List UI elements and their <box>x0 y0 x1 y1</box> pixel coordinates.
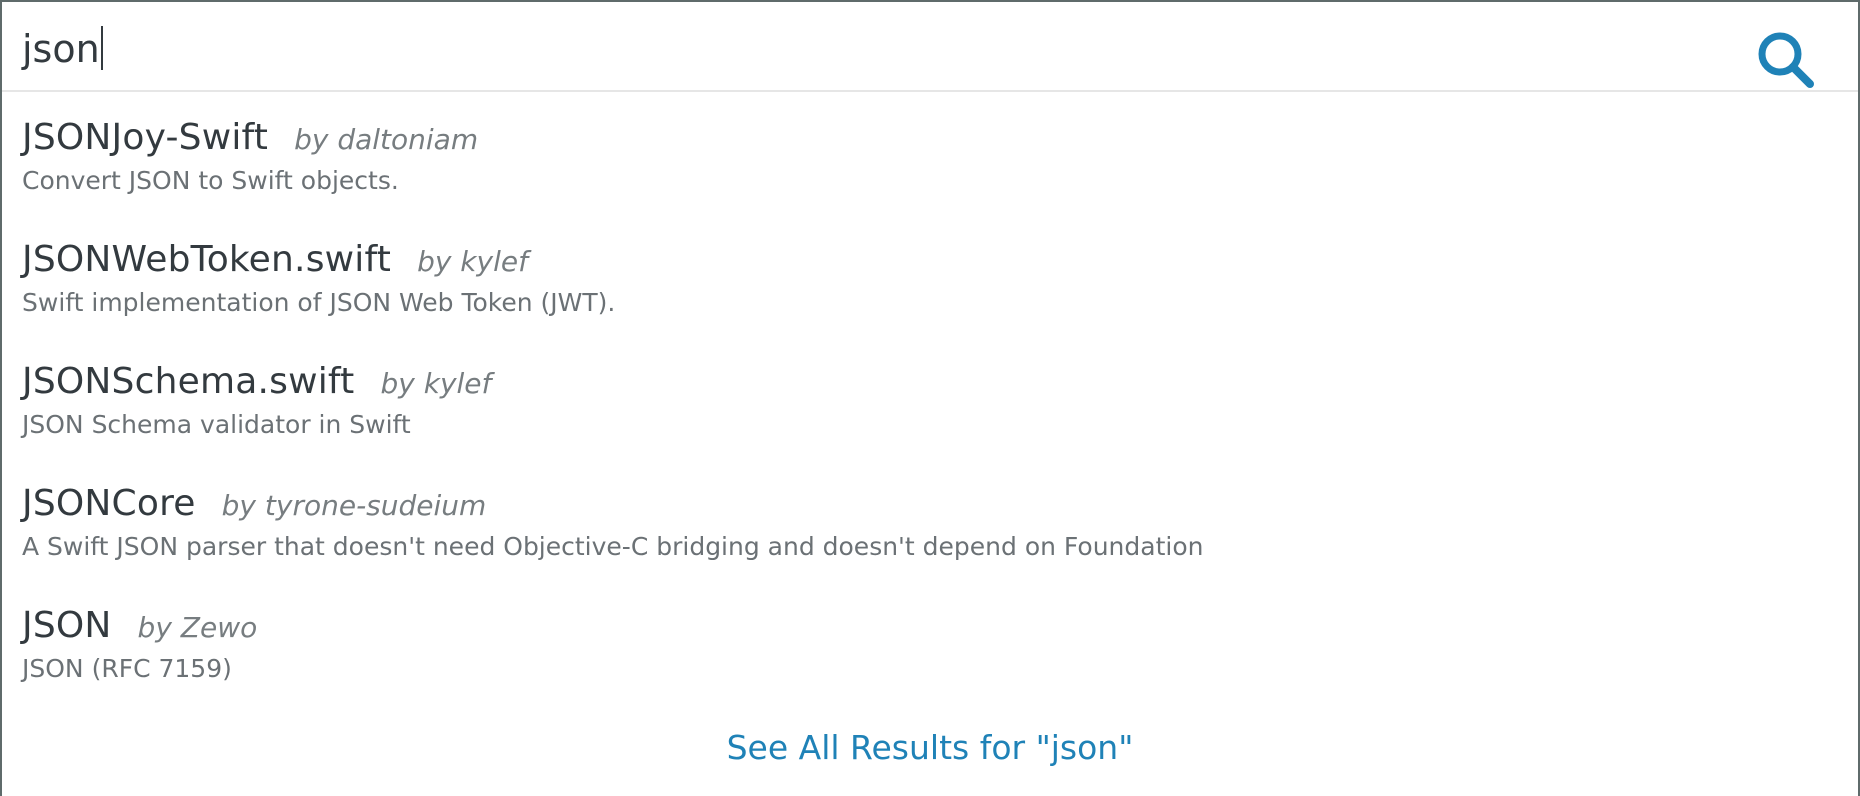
result-name: JSONJoy-Swift <box>22 117 269 158</box>
text-caret <box>100 26 103 70</box>
result-item[interactable]: JSONCore by tyrone-sudeium A Swift JSON p… <box>22 476 1203 564</box>
result-description: JSON Schema validator in Swift <box>22 410 411 439</box>
result-author: by kylef <box>380 367 492 400</box>
result-description: Convert JSON to Swift objects. <box>22 166 399 195</box>
result-description: A Swift JSON parser that doesn't need Ob… <box>22 532 1204 561</box>
search-dropdown: json JSONJoy-Swift by daltoniam Convert J… <box>0 0 1860 796</box>
search-bar: json <box>2 2 1858 92</box>
result-name: JSONCore <box>22 483 196 524</box>
see-all-results-link[interactable]: See All Results for "json" <box>2 724 1858 772</box>
result-author: by tyrone-sudeium <box>221 489 487 522</box>
result-name: JSON <box>22 605 112 646</box>
result-name: JSONSchema.swift <box>22 361 355 402</box>
result-name: JSONWebToken.swift <box>22 239 392 280</box>
result-author: by Zewo <box>137 611 258 644</box>
search-icon <box>1758 32 1814 88</box>
result-description: Swift implementation of JSON Web Token (… <box>22 288 616 317</box>
result-author: by daltoniam <box>294 123 479 156</box>
result-item[interactable]: JSON by Zewo JSON (RFC 7159) <box>22 598 257 686</box>
result-item[interactable]: JSONSchema.swift by kylef JSON Schema val… <box>22 354 491 442</box>
result-author: by kylef <box>417 245 528 278</box>
result-item[interactable]: JSONJoy-Swift by daltoniam Convert JSON t… <box>22 110 478 198</box>
result-item[interactable]: JSONWebToken.swift by kylef Swift impleme… <box>22 232 615 320</box>
result-description: JSON (RFC 7159) <box>22 654 232 683</box>
search-button[interactable] <box>1756 30 1816 90</box>
search-query: json <box>22 27 100 71</box>
search-input[interactable]: json <box>22 26 103 72</box>
